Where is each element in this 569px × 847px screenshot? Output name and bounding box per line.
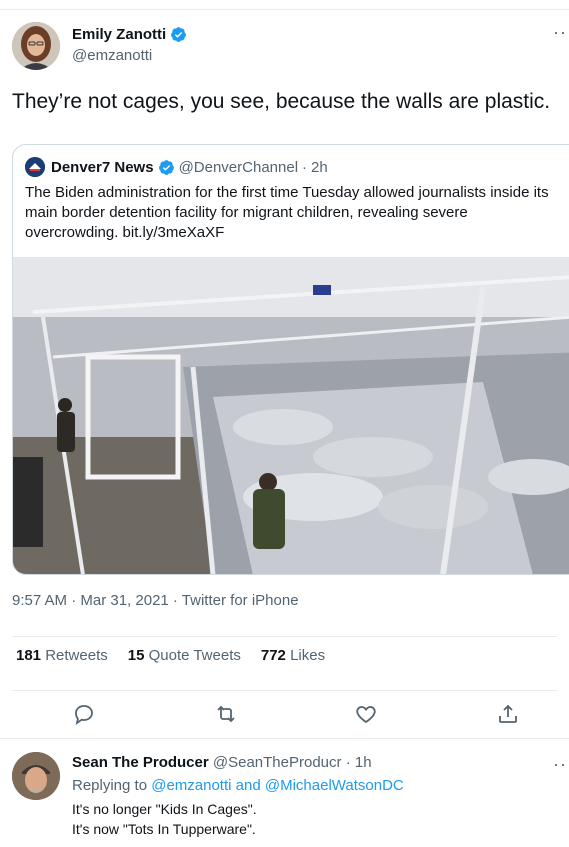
mention-and: and bbox=[235, 777, 261, 794]
share-icon[interactable] bbox=[496, 702, 520, 726]
quote-tweets-stat[interactable]: 15 Quote Tweets bbox=[128, 647, 241, 664]
quotes-count: 15 bbox=[127, 647, 145, 664]
verified-badge-icon bbox=[171, 27, 187, 42]
reply-author-avatar[interactable] bbox=[12, 752, 60, 800]
likes-label: Likes bbox=[290, 647, 326, 664]
reply-text: It's no longer "Kids In Cages". It's now… bbox=[72, 799, 257, 839]
author-handle[interactable]: @emzanotti bbox=[72, 47, 152, 64]
mention-link[interactable]: @MichaelWatsonDC bbox=[265, 777, 404, 794]
reply-header: Sean The Producer @SeanTheProducr · 1h bbox=[72, 754, 372, 771]
reply-tweet[interactable]: Sean The Producer @SeanTheProducr · 1h ·… bbox=[0, 740, 569, 847]
author-display-name[interactable]: Emily Zanotti bbox=[72, 26, 166, 43]
quoted-tweet-photo[interactable] bbox=[13, 257, 569, 575]
reply-divider bbox=[0, 738, 569, 739]
action-bar bbox=[0, 694, 569, 734]
quoted-separator: · bbox=[302, 158, 308, 176]
more-options-icon[interactable]: ··· bbox=[553, 22, 569, 43]
verified-badge-icon bbox=[158, 159, 174, 175]
heart-icon[interactable] bbox=[354, 702, 378, 726]
stats-divider-bottom bbox=[12, 690, 557, 691]
retweets-stat[interactable]: 181 Retweets bbox=[16, 647, 108, 664]
tweet-text: They’re not cages, you see, because the … bbox=[12, 90, 551, 113]
quoted-time[interactable]: 2h bbox=[311, 159, 328, 176]
reply-handle[interactable]: @SeanTheProducr bbox=[213, 754, 342, 771]
replying-to-label: Replying to bbox=[72, 777, 148, 794]
replying-to: Replying to @emzanotti and @MichaelWatso… bbox=[72, 777, 404, 794]
quoted-author-avatar[interactable] bbox=[25, 157, 45, 177]
reply-more-options-icon[interactable]: ·· bbox=[553, 754, 569, 775]
top-divider bbox=[0, 9, 569, 10]
reply-time[interactable]: 1h bbox=[355, 754, 372, 771]
reply-line: It's now "Tots In Tupperware". bbox=[72, 821, 256, 837]
quoted-tweet-card[interactable]: Denver7 News @DenverChannel · 2h The Bid… bbox=[12, 144, 569, 575]
reply-line: It's no longer "Kids In Cages". bbox=[72, 801, 257, 817]
author-avatar[interactable] bbox=[12, 22, 60, 70]
likes-stat[interactable]: 772 Likes bbox=[261, 647, 325, 664]
retweet-icon[interactable] bbox=[214, 702, 238, 726]
engagement-stats: 181 Retweets 15 Quote Tweets 772 Likes bbox=[16, 647, 325, 664]
tweet-timestamp[interactable]: 9:57 AM · Mar 31, 2021 · Twitter for iPh… bbox=[12, 592, 299, 609]
retweets-label: Retweets bbox=[45, 647, 108, 664]
retweets-count: 181 bbox=[16, 647, 42, 664]
quoted-handle[interactable]: @DenverChannel bbox=[179, 159, 298, 176]
quoted-display-name[interactable]: Denver7 News bbox=[51, 159, 154, 176]
likes-count: 772 bbox=[260, 647, 286, 664]
stats-divider-top bbox=[12, 636, 557, 637]
quoted-tweet-text: The Biden administration for the first t… bbox=[25, 184, 549, 241]
reply-separator: · bbox=[345, 754, 351, 771]
mention-link[interactable]: @emzanotti bbox=[151, 777, 231, 794]
author-name-row: Emily Zanotti bbox=[72, 26, 187, 43]
reply-display-name[interactable]: Sean The Producer bbox=[72, 754, 209, 771]
quotes-label: Quote Tweets bbox=[148, 647, 241, 664]
reply-icon[interactable] bbox=[72, 702, 96, 726]
quoted-tweet-header: Denver7 News @DenverChannel · 2h bbox=[25, 157, 328, 177]
